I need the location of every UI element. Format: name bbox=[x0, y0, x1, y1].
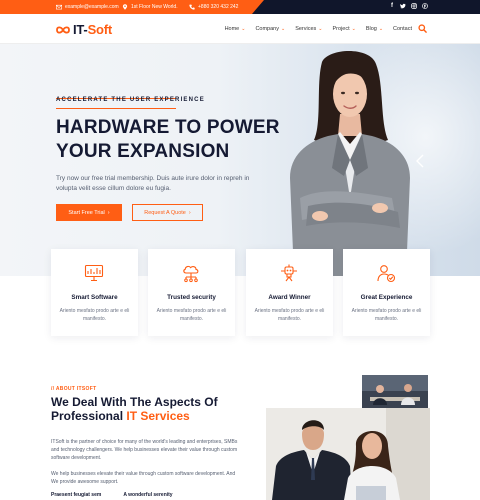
request-quote-button[interactable]: Request A Quote › bbox=[132, 204, 203, 221]
about-title-line2: Professional IT Services bbox=[51, 409, 251, 423]
envelope-icon bbox=[56, 4, 62, 10]
hero-eyebrow: ACCELERATE THE USER EXPERIENCE bbox=[56, 97, 205, 103]
logo-mark-icon bbox=[56, 25, 70, 34]
chevron-down-icon: ⌄ bbox=[280, 26, 286, 32]
chevron-down-icon: ⌄ bbox=[351, 26, 356, 32]
list-item: Praesent feugiat sem bbox=[51, 492, 102, 498]
instagram-icon[interactable] bbox=[411, 3, 417, 10]
topbar-email[interactable]: example@example.com bbox=[56, 0, 119, 14]
feature-text: Ariento mesfato prodo arte e eli manifes… bbox=[59, 308, 130, 322]
monitor-chart-icon bbox=[84, 264, 104, 282]
nav-item-label: Blog bbox=[365, 26, 377, 32]
phone-icon bbox=[189, 4, 195, 10]
eyebrow-bottom-line bbox=[56, 108, 176, 109]
chevron-down-icon: ⌄ bbox=[241, 26, 246, 32]
topbar-address-text: 1st Floor New World. bbox=[131, 4, 178, 10]
about-paragraph-1: ITSoft is the partner of choice for many… bbox=[51, 439, 238, 461]
list-item: A wonderful serenity bbox=[123, 492, 173, 498]
logo-accent-text: Soft bbox=[87, 22, 113, 37]
about-paragraph-2: We help businesses elevate their value t… bbox=[51, 471, 236, 485]
map-pin-icon bbox=[122, 4, 128, 10]
nav-item-contact[interactable]: Contact bbox=[393, 26, 412, 32]
feature-card-award-winner[interactable]: Award Winner Ariento mesfato prodo arte … bbox=[246, 249, 333, 336]
topbar-phone-text: +880 320 432 242 bbox=[198, 4, 239, 10]
topbar-email-text: example@example.com bbox=[65, 4, 119, 10]
logo-main-text: IT- bbox=[73, 22, 88, 37]
twitter-icon[interactable] bbox=[400, 3, 406, 10]
top-bar: example@example.com 1st Floor New World.… bbox=[0, 0, 480, 14]
nav-item-services[interactable]: Services ⌄ bbox=[295, 26, 322, 32]
topbar-phone[interactable]: +880 320 432 242 bbox=[189, 0, 238, 14]
slider-prev-arrow-icon[interactable] bbox=[415, 154, 425, 168]
feature-title: Award Winner bbox=[268, 294, 311, 301]
about-title-line1: We Deal With The Aspects Of bbox=[51, 395, 218, 409]
button-label: Request A Quote bbox=[144, 209, 186, 216]
hero-section: ACCELERATE THE USER EXPERIENCE HARDWARE … bbox=[0, 44, 480, 276]
professionals-photo bbox=[266, 408, 430, 500]
chevron-right-icon: › bbox=[188, 209, 191, 216]
award-robot-icon bbox=[281, 264, 297, 282]
logo-text: IT-Soft bbox=[73, 22, 112, 37]
user-support-icon bbox=[377, 265, 396, 283]
button-label: Start Free Trial bbox=[68, 209, 105, 216]
hero-title-line2: YOUR EXPANSION bbox=[56, 141, 230, 162]
hero-title-line1: HARDWARE TO POWER bbox=[56, 117, 280, 138]
nav-item-label: Contact bbox=[393, 26, 412, 32]
start-free-trial-button[interactable]: Start Free Trial › bbox=[56, 204, 122, 221]
feature-title: Smart Software bbox=[71, 294, 118, 301]
nav-item-company[interactable]: Company ⌄ bbox=[255, 26, 285, 32]
about-title-prefix: Professional bbox=[51, 409, 127, 423]
nav-item-label: Project bbox=[332, 26, 350, 32]
feature-card-great-experience[interactable]: Great Experience Ariento mesfato prodo a… bbox=[343, 249, 430, 336]
feature-title: Great Experience bbox=[360, 294, 413, 301]
feature-title: Trusted security bbox=[167, 294, 216, 301]
nav-item-label: Services bbox=[295, 26, 317, 32]
chevron-down-icon: ⌄ bbox=[318, 26, 323, 32]
pinterest-icon[interactable] bbox=[422, 3, 428, 10]
topbar-address: 1st Floor New World. bbox=[122, 0, 178, 14]
feature-text: Ariento mesfato prodo arte e eli manifes… bbox=[351, 308, 422, 322]
about-title-highlight: IT Services bbox=[126, 409, 190, 423]
facebook-icon[interactable]: f bbox=[389, 3, 395, 10]
hero-title: HARDWARE TO POWER YOUR EXPANSION bbox=[56, 116, 296, 164]
main-nav: Home ⌄ Company ⌄ Services ⌄ Project ⌄ Blog ⌄ … bbox=[225, 14, 412, 44]
feature-card-smart-software[interactable]: Smart Software Ariento mesfato prodo art… bbox=[51, 249, 138, 336]
nav-item-label: Company bbox=[255, 26, 279, 32]
nav-item-blog[interactable]: Blog ⌄ bbox=[366, 26, 383, 32]
search-icon[interactable] bbox=[418, 24, 427, 33]
about-title: We Deal With The Aspects Of Professional… bbox=[51, 395, 251, 423]
top-bar-dark-section bbox=[252, 0, 480, 14]
feature-text: Ariento mesfato prodo arte e eli manifes… bbox=[156, 308, 227, 322]
about-eyebrow: // ABOUT ITSOFT bbox=[51, 386, 97, 392]
nav-item-home[interactable]: Home ⌄ bbox=[225, 26, 246, 32]
hero-businesswoman-image bbox=[290, 51, 410, 276]
nav-item-label: Home bbox=[224, 26, 240, 32]
feature-card-trusted-security[interactable]: Trusted security Ariento mesfato prodo a… bbox=[148, 249, 235, 336]
site-header: IT-Soft Home ⌄ Company ⌄ Services ⌄ Project… bbox=[0, 14, 480, 44]
cloud-network-icon bbox=[183, 265, 199, 283]
site-logo[interactable]: IT-Soft bbox=[56, 22, 112, 37]
hero-description: Try now our free trial membership. Duis … bbox=[56, 175, 250, 192]
nav-item-project[interactable]: Project ⌄ bbox=[332, 26, 355, 32]
social-links: f bbox=[389, 3, 428, 10]
feature-text: Ariento mesfato prodo arte e eli manifes… bbox=[254, 308, 325, 322]
chevron-down-icon: ⌄ bbox=[378, 26, 384, 32]
chevron-right-icon: › bbox=[107, 209, 110, 216]
about-feature-list: Praesent feugiat sem A wonderful serenit… bbox=[51, 492, 241, 498]
